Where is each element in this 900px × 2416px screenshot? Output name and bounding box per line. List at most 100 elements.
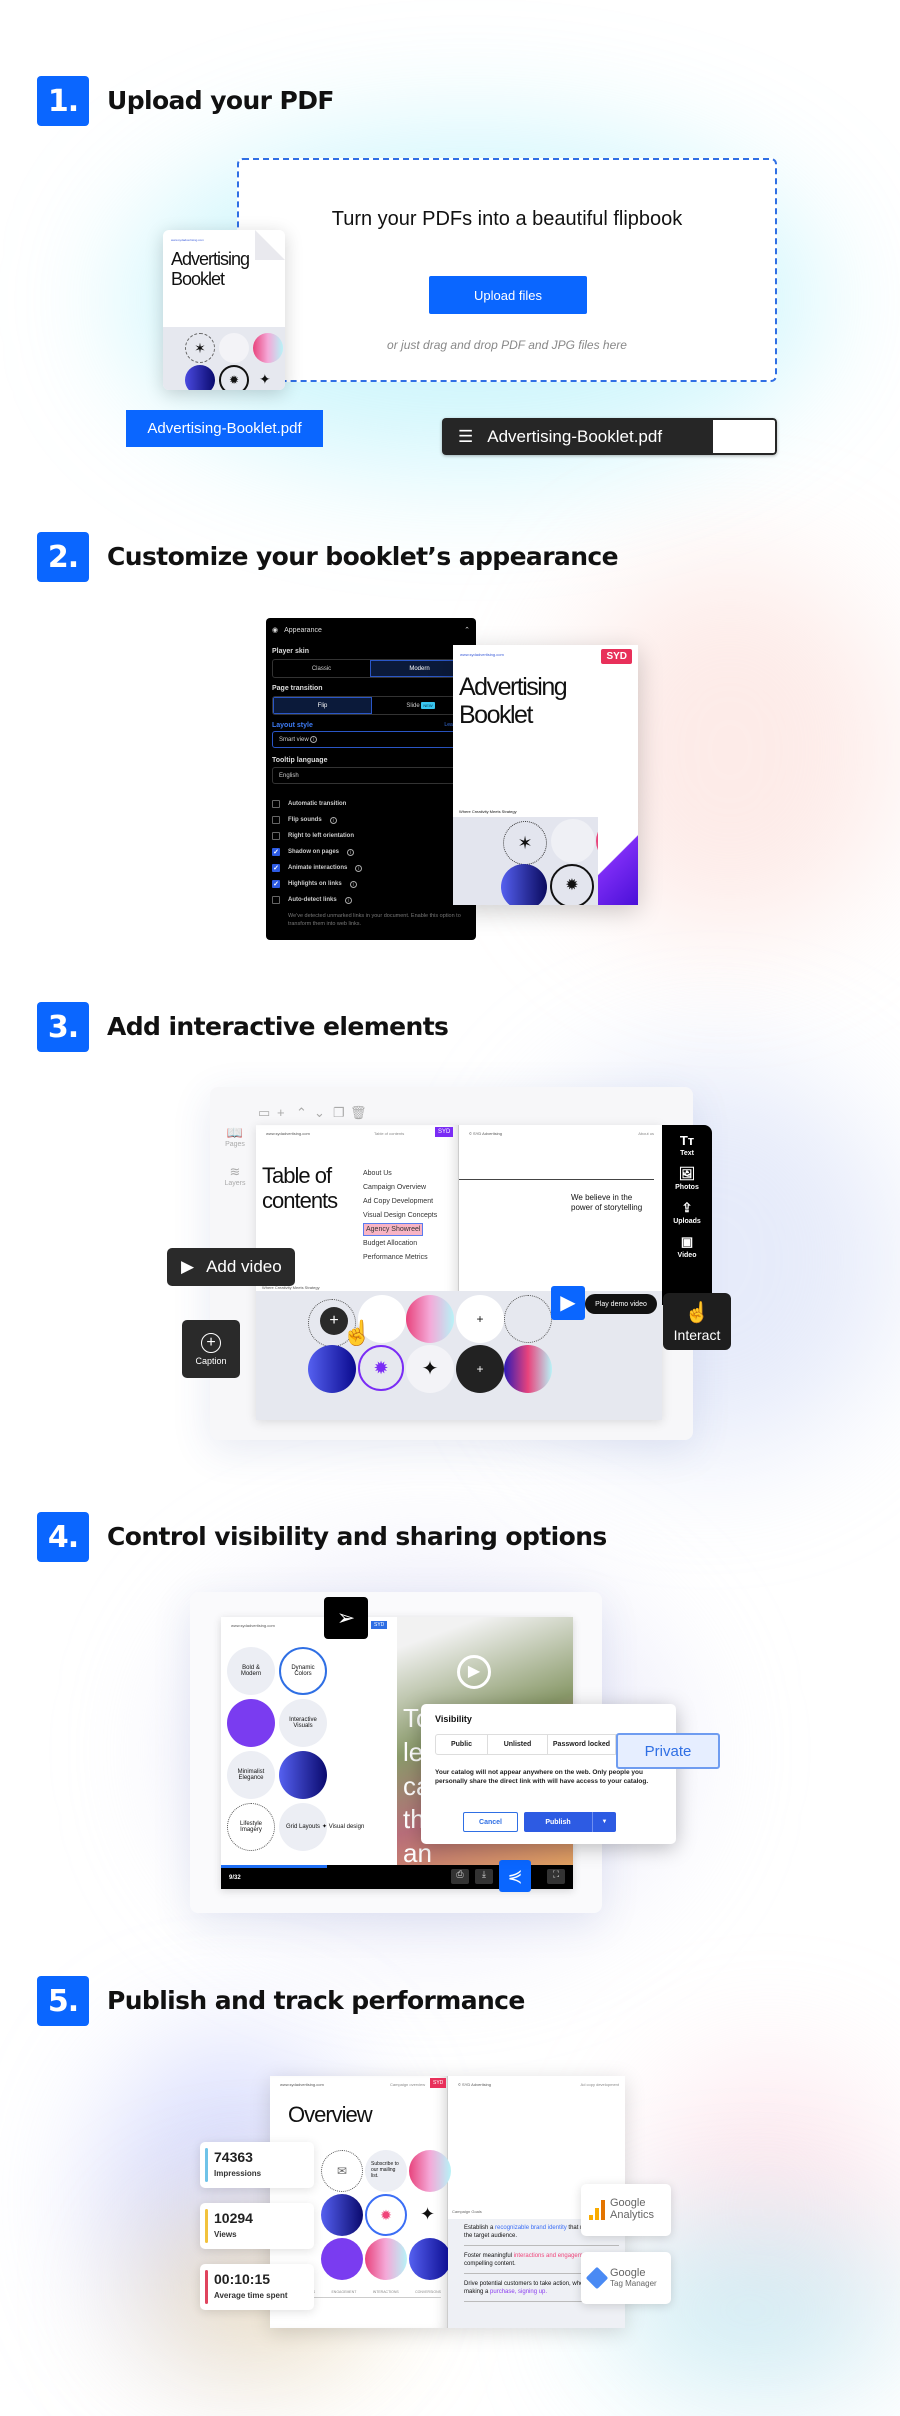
- send-icon[interactable]: ➢: [324, 1597, 368, 1639]
- checkbox-label: Shadow on pages: [288, 849, 340, 855]
- upload-files-button[interactable]: Upload files: [429, 276, 587, 314]
- goal-highlight[interactable]: recognizable brand identity: [495, 2225, 567, 2231]
- uploaded-file-chip[interactable]: ☰ Advertising-Booklet.pdf: [442, 418, 777, 455]
- toc-item[interactable]: Agency Showreel: [363, 1223, 424, 1236]
- page-section: About us: [638, 1131, 654, 1136]
- toc-item[interactable]: About Us: [363, 1167, 437, 1181]
- play-icon[interactable]: ▶: [551, 1286, 585, 1320]
- checkbox-unchecked[interactable]: [272, 800, 280, 808]
- publish-button[interactable]: Publish: [524, 1812, 592, 1832]
- visibility-option-private[interactable]: Private: [616, 1733, 720, 1769]
- checkbox-label: Flip sounds: [288, 817, 322, 823]
- toc-title: Table of contents: [262, 1163, 338, 1214]
- google-tag-manager-integration[interactable]: Google Tag Manager: [581, 2252, 671, 2304]
- chevron-down-icon[interactable]: ⌄: [314, 1105, 325, 1121]
- footer-label: ENGAGEMENT: [331, 2290, 357, 2294]
- dropzone-hint: or just drag and drop PDF and JPG files …: [387, 338, 627, 352]
- toc-item[interactable]: Budget Allocation: [363, 1237, 437, 1251]
- nav-layers[interactable]: ≋ Layers: [223, 1164, 247, 1187]
- drag-handle-icon[interactable]: ☰: [458, 427, 473, 447]
- checkbox-row[interactable]: ✓ Shadow on pages i: [272, 844, 470, 860]
- checkbox-unchecked[interactable]: [272, 816, 280, 824]
- nav-pages[interactable]: 📖 Pages: [223, 1125, 247, 1148]
- design-circle: Dynamic Colors: [279, 1647, 327, 1695]
- play-demo-video-button[interactable]: Play demo video: [585, 1294, 657, 1314]
- comment-icon[interactable]: ▭: [258, 1105, 270, 1121]
- tool-video[interactable]: ▣ Video: [678, 1234, 697, 1259]
- print-icon[interactable]: ⎙: [451, 1869, 469, 1884]
- tooltip-language-label: Tooltip language: [272, 757, 328, 764]
- tool-text[interactable]: Tт Text: [680, 1133, 694, 1157]
- visibility-option-unlisted[interactable]: Unlisted: [488, 1735, 548, 1754]
- checkbox-checked[interactable]: ✓: [272, 848, 280, 856]
- duplicate-icon[interactable]: ❐: [333, 1105, 345, 1121]
- checkbox-row[interactable]: ✓ Animate interactions i: [272, 860, 470, 876]
- checkbox-row[interactable]: Automatic transition: [272, 796, 470, 812]
- layout-style-select[interactable]: Smart view i: [272, 731, 470, 748]
- booklet-preview: www.sydadvertising.com SYD Advertising B…: [453, 645, 638, 905]
- toc-item[interactable]: Ad Copy Development: [363, 1195, 437, 1209]
- pdf-file-thumbnail[interactable]: www.sydadvertising.com Advertising Bookl…: [163, 230, 285, 390]
- appearance-header[interactable]: ◉ Appearance ⌃: [272, 626, 470, 634]
- checkbox-checked[interactable]: ✓: [272, 864, 280, 872]
- download-icon[interactable]: ⤓: [475, 1869, 493, 1884]
- goal-highlight[interactable]: purchase, signing up.: [490, 2289, 547, 2295]
- info-icon[interactable]: i: [344, 896, 352, 904]
- checkbox-row[interactable]: Right to left orientation: [272, 828, 470, 844]
- skin-option-classic[interactable]: Classic: [273, 660, 370, 677]
- page-section: Table of contents: [374, 1131, 405, 1136]
- chevron-up-icon[interactable]: ⌃: [296, 1105, 307, 1121]
- page-progress-bar[interactable]: [221, 1865, 327, 1868]
- footer-label: INTERACTIONS: [372, 2290, 399, 2294]
- thumb-subtitle: Booklet: [171, 269, 225, 289]
- info-icon[interactable]: i: [347, 848, 355, 856]
- plus-icon[interactable]: +: [277, 1105, 285, 1120]
- avatar: [321, 2238, 363, 2280]
- checkbox-row[interactable]: ✓ Highlights on links i: [272, 876, 470, 892]
- tooltip-language-select[interactable]: English: [272, 767, 470, 784]
- info-icon[interactable]: i: [355, 864, 363, 872]
- google-analytics-integration[interactable]: Google Analytics: [581, 2184, 671, 2236]
- subscribe-circle[interactable]: Subscribe to our mailing list.: [365, 2150, 407, 2192]
- checkbox-label: Animate interactions: [288, 865, 348, 871]
- goal-highlight[interactable]: interactions and engagement: [514, 2253, 591, 2259]
- sparkle-icon: ✦: [259, 371, 271, 387]
- brand-logo: SYD: [601, 649, 632, 664]
- design-circle: Bold & Modern: [227, 1647, 275, 1695]
- checkbox-checked[interactable]: ✓: [272, 880, 280, 888]
- info-icon[interactable]: i: [349, 880, 357, 888]
- tool-photos[interactable]: 🖼 Photos: [675, 1166, 699, 1191]
- upload-dropzone[interactable]: Turn your PDFs into a beautiful flipbook…: [237, 158, 777, 382]
- share-button[interactable]: ⋞: [499, 1860, 531, 1892]
- trash-icon[interactable]: 🗑: [350, 1105, 367, 1121]
- stat-accent-bar: [205, 2270, 208, 2304]
- checkbox-unchecked[interactable]: [272, 896, 280, 904]
- interact-button[interactable]: ☝ Interact: [663, 1293, 731, 1350]
- add-caption-button[interactable]: + Caption: [182, 1320, 240, 1378]
- add-video-button[interactable]: ▶ Add video: [167, 1248, 295, 1286]
- star-icon: ✶: [185, 333, 215, 363]
- checkbox-row[interactable]: Flip sounds i: [272, 812, 470, 828]
- cancel-button[interactable]: Cancel: [463, 1812, 518, 1832]
- visibility-option-password[interactable]: Password locked: [548, 1735, 616, 1754]
- visual-design-label: ✦ Visual design: [322, 1824, 365, 1830]
- transition-option-flip[interactable]: Flip: [273, 697, 372, 714]
- fullscreen-icon[interactable]: ⛶: [547, 1869, 565, 1884]
- booklet-subtitle: Booklet: [459, 701, 533, 729]
- booklet-tagline: Where Creativity Meets Strategy: [459, 809, 517, 814]
- checkbox-row[interactable]: Auto-detect links i: [272, 892, 470, 908]
- toc-item[interactable]: Visual Design Concepts: [363, 1209, 437, 1223]
- visibility-option-public[interactable]: Public: [436, 1735, 488, 1754]
- video-play-icon[interactable]: ▶: [457, 1655, 491, 1689]
- step-number-badge: 5.: [37, 1976, 89, 2026]
- tool-uploads[interactable]: ⇪ Uploads: [673, 1200, 701, 1225]
- viewer-page-left: www.sydadvertising.com SYD Bold & Modern…: [221, 1617, 397, 1865]
- info-icon[interactable]: i: [329, 816, 337, 824]
- checkbox-label: Right to left orientation: [288, 833, 354, 839]
- toc-item[interactable]: Performance Metrics: [363, 1251, 437, 1265]
- checkbox-unchecked[interactable]: [272, 832, 280, 840]
- chevron-up-icon[interactable]: ⌃: [464, 626, 470, 634]
- toc-item[interactable]: Campaign Overview: [363, 1181, 437, 1195]
- publish-options-dropdown[interactable]: ▼: [592, 1812, 616, 1832]
- dragged-file-label[interactable]: Advertising-Booklet.pdf: [126, 410, 323, 447]
